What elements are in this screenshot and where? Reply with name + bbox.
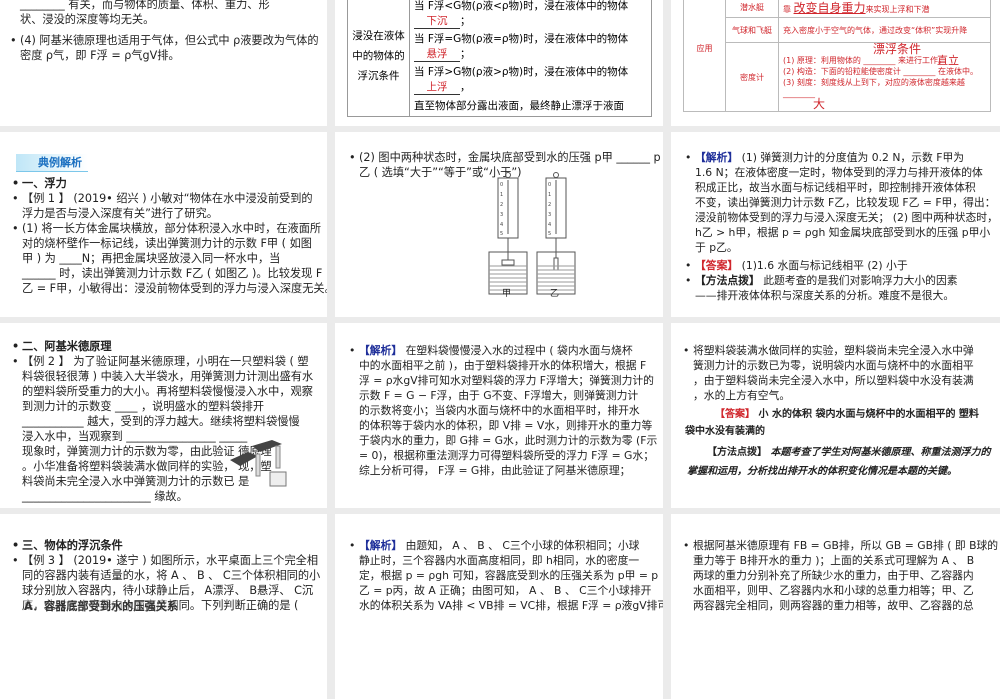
condition-row: 当 F浮<G物(ρ液<ρ物)时，浸在液体中的物体下沉；: [409, 0, 652, 30]
slide-text: 一、浮力 【例 1 】 (2019• 绍兴 ) 小敏对“物体在水中浸没前受到的 …: [12, 176, 327, 296]
svg-text:5: 5: [500, 231, 503, 237]
experiment-image: [230, 440, 287, 487]
item-desc: 靠 改变自身重力来实现上浮和下潜: [778, 0, 991, 18]
figure-label: 乙: [550, 289, 560, 299]
slide-text: ________ 有关，而与物体的质量、体积、重力、形 状、浸没的深度等均无关。…: [10, 0, 319, 63]
section-logo: 典例解析: [16, 154, 88, 172]
slide-thumbnail[interactable]: 根据阿基米德原理有 FB = GB排，所以 GB = GB排 ( 即 B球的重力…: [671, 514, 1000, 699]
slide-thumbnail[interactable]: 浸没在液体 中的物体的 浮沉条件 当 F浮<G物(ρ液<ρ物)时，浸在液体中的物体下…: [335, 0, 663, 126]
item-desc: 漂浮条件 (1) 原理：利用物体的 ________ 来进行工作。 (2) 构造…: [778, 42, 991, 112]
text-line: (4) 阿基米德原理也适用于气体，但公式中 ρ液要改为气体的: [10, 33, 319, 48]
item-desc: 充入密度小于空气的气体，通过改变“体积”实现升降: [778, 17, 991, 43]
slide-thumbnail[interactable]: 典例解析 一、浮力 【例 1 】 (2019• 绍兴 ) 小敏对“物体在水中浸没…: [0, 132, 327, 317]
slide-thumbnail[interactable]: 应用 潜水艇 靠 改变自身重力来实现上浮和下潜 气球和飞艇 充入密度小于空气的气体…: [671, 0, 1000, 126]
text-line: 状、浸没的深度等均无关。: [20, 13, 155, 26]
application-table: 应用 潜水艇 靠 改变自身重力来实现上浮和下潜 气球和飞艇 充入密度小于空气的气体…: [683, 0, 991, 112]
slide-text: 【解析】 (1) 弹簧测力计的分度值为 0.2 N，示数 F甲为 1.6 N；在…: [685, 150, 998, 303]
text-line: ________ 有关，而与物体的质量、体积、重力、形: [20, 0, 270, 11]
slide-thumbnail[interactable]: 二、阿基米德原理 【例 2 】 为了验证阿基米德原理，小明在一只塑料袋 ( 塑 …: [0, 323, 327, 508]
slide-thumbnail[interactable]: 三、物体的浮沉条件 【例 3 】 (2019• 遂宁 ) 如图所示，水平桌面上三…: [0, 514, 327, 699]
slide-thumbnail[interactable]: 【解析】 由题知， A 、 B 、 C三个小球的体积相同；小球 静止时，三个容器…: [335, 514, 663, 699]
slide-text: 三、物体的浮沉条件 【例 3 】 (2019• 遂宁 ) 如图所示，水平桌面上三…: [12, 538, 320, 614]
svg-text:1: 1: [548, 192, 551, 198]
svg-text:4: 4: [548, 222, 551, 228]
slide-text: 根据阿基米德原理有 FB = GB排，所以 GB = GB排 ( 即 B球的重力…: [683, 538, 998, 613]
item-name: 密度计: [725, 42, 779, 112]
slide-text: 【解析】 在塑料袋慢慢浸入水的过程中 ( 袋内水面与烧杯 中的水面相平之前 )，…: [349, 343, 657, 478]
svg-text:5: 5: [548, 231, 551, 237]
svg-text:1: 1: [500, 192, 503, 198]
item-name: 气球和飞艇: [725, 17, 779, 43]
slide-text: 将塑料袋装满水做同样的实验，塑料袋尚未完全浸入水中弹簧测力计的示数已为零，说明袋…: [683, 343, 991, 479]
category-cell: 应用: [683, 0, 726, 112]
slide-thumbnail[interactable]: ________ 有关，而与物体的质量、体积、重力、形 状、浸没的深度等均无关。…: [0, 0, 327, 126]
spring-scale-figure: 0 1 2 3 4 5 0 1 2 3 4 5: [488, 172, 576, 295]
svg-text:3: 3: [500, 212, 503, 218]
svg-text:2: 2: [500, 202, 503, 208]
row-header: 浸没在液体 中的物体的 浮沉条件: [347, 0, 410, 117]
item-name: 潜水艇: [725, 0, 779, 18]
svg-text:2: 2: [548, 202, 551, 208]
condition-row: 直至物体部分露出液面，最终静止漂浮于液面: [409, 96, 652, 117]
svg-text:0: 0: [500, 182, 503, 188]
slide-text: 【解析】 由题知， A 、 B 、 C三个小球的体积相同；小球 静止时，三个容器…: [349, 538, 663, 613]
svg-text:4: 4: [500, 222, 503, 228]
float-sink-table: 浸没在液体 中的物体的 浮沉条件 当 F浮<G物(ρ液<ρ物)时，浸在液体中的物体下…: [347, 0, 652, 117]
svg-text:3: 3: [548, 212, 551, 218]
slide-thumbnail[interactable]: 将塑料袋装满水做同样的实验，塑料袋尚未完全浸入水中弹簧测力计的示数已为零，说明袋…: [671, 323, 1000, 508]
slide-thumbnail[interactable]: (2) 图中两种状态时，金属块底部受到水的压强 p甲 ______ p 乙 ( …: [335, 132, 663, 317]
condition-row: 当 F浮=G物(ρ液=ρ物)时，浸在液体中的物体悬浮；: [409, 30, 652, 63]
figure-label: 甲: [502, 289, 512, 299]
svg-text:0: 0: [548, 182, 551, 188]
slide-thumbnail[interactable]: 【解析】 在塑料袋慢慢浸入水的过程中 ( 袋内水面与烧杯 中的水面相平之前 )，…: [335, 323, 663, 508]
text-line: 密度 ρ气，即 F浮 = ρ气gV排。: [20, 49, 180, 62]
condition-row: 当 F浮>G物(ρ液>ρ物)时，浸在液体中的物体上浮，: [409, 63, 652, 96]
slide-thumbnail[interactable]: 【解析】 (1) 弹簧测力计的分度值为 0.2 N，示数 F甲为 1.6 N；在…: [671, 132, 1000, 317]
